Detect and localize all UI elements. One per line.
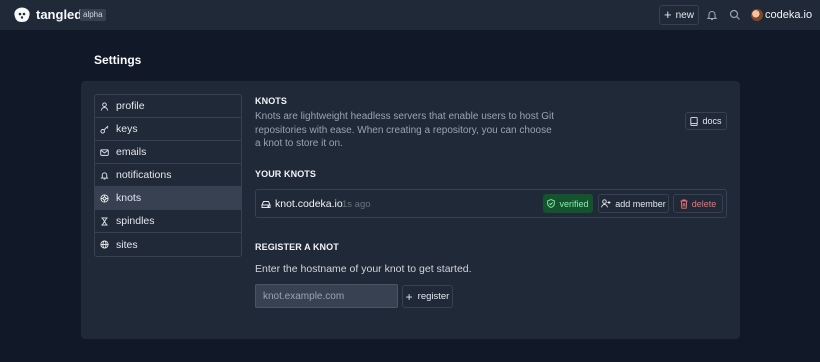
page-title: Settings bbox=[94, 53, 142, 67]
sidebar-item-label: sites bbox=[116, 238, 138, 251]
sidebar-item-label: spindles bbox=[116, 215, 155, 227]
top-bar: tangled alpha + new codeka.io bbox=[0, 0, 820, 30]
logo-icon[interactable] bbox=[13, 6, 31, 24]
sidebar-item-emails[interactable]: emails bbox=[95, 141, 241, 164]
new-button[interactable]: + new bbox=[659, 5, 699, 25]
sidebar-item-keys[interactable]: keys bbox=[95, 118, 241, 141]
globe-icon bbox=[100, 240, 109, 249]
knot-icon bbox=[100, 193, 109, 203]
avatar[interactable] bbox=[751, 9, 763, 21]
sidebar-item-label: profile bbox=[116, 100, 145, 112]
server-icon bbox=[261, 201, 271, 208]
your-knots-heading: YOUR KNOTS bbox=[255, 169, 317, 179]
sidebar-item-knots[interactable]: knots bbox=[95, 187, 241, 210]
plus-icon: + bbox=[664, 7, 672, 22]
bell-icon bbox=[100, 171, 109, 180]
new-button-label: new bbox=[675, 9, 694, 21]
register-description: Enter the hostname of your knot to get s… bbox=[255, 263, 472, 275]
alpha-badge: alpha bbox=[80, 9, 106, 21]
book-icon bbox=[690, 116, 699, 126]
verified-badge: verified bbox=[543, 194, 593, 213]
shield-check-icon bbox=[547, 199, 556, 208]
knot-name[interactable]: knot.codeka.io bbox=[275, 198, 343, 210]
sidebar-item-label: emails bbox=[116, 146, 147, 158]
sidebar-item-label: notifications bbox=[116, 169, 172, 181]
docs-button[interactable]: docs bbox=[685, 112, 727, 130]
sidebar-item-profile[interactable]: profile bbox=[95, 95, 241, 118]
delete-label: delete bbox=[691, 198, 717, 209]
search-icon[interactable] bbox=[729, 9, 741, 21]
sidebar-item-sites[interactable]: sites bbox=[95, 233, 241, 256]
register-button[interactable]: + register bbox=[402, 285, 453, 308]
knots-description: Knots are lightweight headless servers t… bbox=[255, 111, 555, 149]
key-icon bbox=[100, 125, 109, 134]
register-heading: REGISTER A KNOT bbox=[255, 242, 339, 252]
trash-icon bbox=[680, 199, 688, 209]
docs-button-label: docs bbox=[702, 116, 722, 126]
add-member-label: add member bbox=[615, 198, 666, 209]
username[interactable]: codeka.io bbox=[765, 9, 812, 21]
sidebar-item-notifications[interactable]: notifications bbox=[95, 164, 241, 187]
knots-heading: KNOTS bbox=[255, 96, 287, 106]
delete-button[interactable]: delete bbox=[673, 194, 723, 213]
sidebar-item-spindles[interactable]: spindles bbox=[95, 210, 241, 233]
hostname-input[interactable] bbox=[255, 284, 398, 308]
spindle-icon bbox=[101, 216, 108, 226]
sidebar-item-label: knots bbox=[116, 192, 142, 204]
sidebar-item-label: keys bbox=[116, 123, 138, 135]
user-plus-icon bbox=[601, 199, 611, 208]
brand-name[interactable]: tangled bbox=[36, 8, 82, 22]
user-icon bbox=[100, 101, 109, 111]
verified-label: verified bbox=[559, 198, 589, 209]
mail-icon bbox=[100, 148, 109, 156]
settings-sidebar: profile keys emails notifications knots … bbox=[94, 94, 242, 257]
register-button-label: register bbox=[417, 291, 450, 302]
list-item: knot.codeka.io 1s ago verified add membe… bbox=[255, 189, 727, 218]
add-member-button[interactable]: add member bbox=[598, 194, 669, 213]
knot-timestamp: 1s ago bbox=[342, 199, 371, 210]
bell-icon[interactable] bbox=[706, 9, 718, 21]
plus-icon: + bbox=[405, 289, 413, 304]
